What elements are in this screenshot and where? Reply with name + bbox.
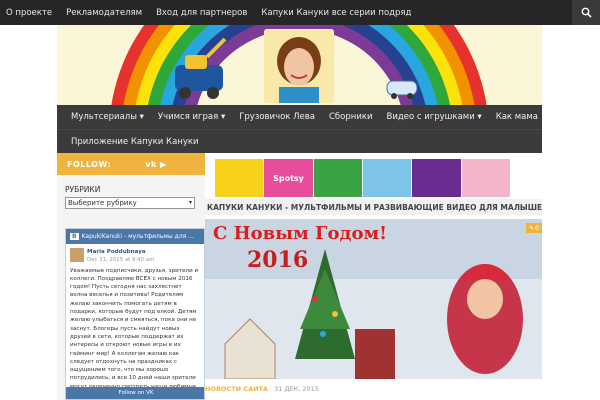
topnav-item-partners-login[interactable]: Вход для партнеров: [156, 8, 247, 18]
topnav-item-advertisers[interactable]: Рекламодателям: [66, 8, 142, 18]
photo-title: С Новым Годом!: [213, 223, 388, 244]
rubrics-heading: РУБРИКИ: [65, 185, 101, 194]
ad-tile-frog: [313, 159, 362, 197]
main-content: Spotsy КАПУКИ КАНУКИ - МУЛЬТФИЛЬМЫ И РАЗ…: [205, 153, 542, 400]
site-ticker: КАПУКИ КАНУКИ - МУЛЬТФИЛЬМЫ И РАЗВИВАЮЩИ…: [205, 199, 542, 215]
ad-tile-spotsy: Spotsy: [264, 159, 313, 197]
nav-item-toy-videos[interactable]: Видео с игрушками ▾: [387, 112, 482, 122]
comment-icon: ✎: [529, 224, 535, 232]
photo-year: 2016: [247, 247, 309, 273]
sidebar: FOLLOW: vk ▶ РУБРИКИ Выберите рубрику ▾ …: [57, 153, 205, 400]
vk-post-author[interactable]: Maria Poddubnaya: [87, 248, 154, 256]
main-nav: Мультсериалы ▾ Учимся играя ▾ Грузовичок…: [57, 105, 542, 153]
post-category[interactable]: НОВОСТИ САЙТА: [205, 385, 268, 393]
social-icons[interactable]: vk ▶: [145, 160, 166, 169]
rubrics-select-value: Выберите рубрику: [68, 199, 137, 207]
topnav-item-all-episodes[interactable]: Капуки Кануки все серии подряд: [261, 8, 411, 18]
header-banner[interactable]: [57, 25, 542, 105]
avatar[interactable]: [70, 248, 84, 262]
host-photo: [264, 29, 334, 103]
ad-tile-jewels: [412, 159, 461, 197]
nav-item-collections[interactable]: Сборники: [329, 112, 373, 122]
chevron-down-icon: ▾: [188, 199, 192, 206]
rubrics-select[interactable]: Выберите рубрику ▾: [65, 197, 195, 209]
nav-item-learn-play[interactable]: Учимся играя ▾: [158, 112, 225, 122]
vk-follow-button[interactable]: Follow on VK: [66, 387, 204, 399]
comment-count: 0: [535, 224, 539, 232]
vk-logo-icon: B: [70, 233, 79, 240]
topnav-item-about[interactable]: О проекте: [6, 8, 52, 18]
ad-banner[interactable]: Spotsy: [215, 159, 510, 197]
comment-count-badge[interactable]: ✎ 0: [526, 223, 542, 233]
nav-item-like-mom[interactable]: Как мама: [496, 112, 538, 122]
top-nav: О проекте Рекламодателям Вход для партне…: [0, 0, 600, 25]
nav-item-truck-leva[interactable]: Грузовичок Лева: [239, 112, 315, 122]
page-margin-left: [0, 25, 57, 400]
ad-tile-baby: [461, 159, 510, 197]
vk-post-text: Уважаемые подписчики, друзья, зрители и …: [70, 267, 199, 398]
post-date: 31 ДЕК, 2015: [274, 385, 319, 393]
nav-item-app[interactable]: Приложение Капуки Кануки: [71, 137, 199, 147]
vk-widget-header[interactable]: B KapukiKanuki - мультфильмы для ...: [66, 229, 204, 244]
vk-widget: B KapukiKanuki - мультфильмы для ... Mar…: [65, 228, 205, 400]
follow-label: FOLLOW:: [67, 159, 112, 169]
ad-tile-spotsy-label: Spotsy: [273, 173, 304, 183]
ad-tile-snail: [362, 159, 412, 197]
page-margin-right: [542, 105, 600, 400]
search-button[interactable]: [572, 0, 600, 25]
post-meta: НОВОСТИ САЙТА 31 ДЕК, 2015: [205, 385, 319, 393]
featured-post-image[interactable]: С Новым Годом! 2016: [205, 219, 542, 379]
nav-item-cartoons[interactable]: Мультсериалы ▾: [71, 112, 144, 122]
top-bar: О проекте Рекламодателям Вход для партне…: [0, 0, 600, 25]
vk-post-date[interactable]: Dec 31, 2015 at 9:40 am: [87, 256, 154, 264]
vk-widget-title: KapukiKanuki - мультфильмы для ...: [81, 233, 194, 240]
vk-post: Maria Poddubnaya Dec 31, 2015 at 9:40 am…: [66, 244, 204, 399]
search-icon: [581, 7, 592, 18]
follow-bar: FOLLOW: vk ▶: [57, 153, 205, 175]
site-ticker-text: КАПУКИ КАНУКИ - МУЛЬТФИЛЬМЫ И РАЗВИВАЮЩИ…: [207, 202, 542, 212]
ad-tile-simpsons: [215, 159, 264, 197]
rubrics-widget: РУБРИКИ Выберите рубрику ▾: [57, 175, 205, 209]
